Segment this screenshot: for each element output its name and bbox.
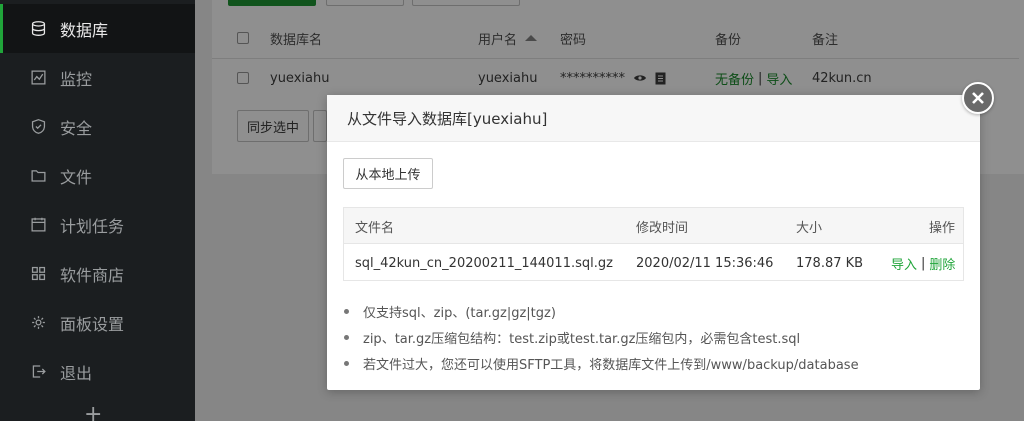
column-header-user[interactable]: 用户名 [478,18,538,58]
toolbar-button[interactable] [326,0,404,6]
password-mask: ********** [560,70,625,86]
column-header-actions: 操作 [929,220,956,236]
column-header-filename: 文件名 [355,220,395,236]
sidebar-item-label: 退出 [60,363,93,383]
sidebar-item-store[interactable]: 软件商店 [0,249,195,298]
sidebar-item-database[interactable]: 数据库 [0,4,195,53]
file-actions: 导入 | 删除 [891,245,955,281]
delete-file-link[interactable]: 删除 [929,254,955,273]
sidebar-item-label: 监控 [60,69,93,89]
column-header-name[interactable]: 数据库名 [270,18,322,58]
folder-icon [28,166,48,186]
toolbar-button[interactable] [412,0,520,6]
database-name: yuexiahu [270,70,330,86]
column-header-mtime: 修改时间 [636,220,689,236]
sidebar: 数据库 监控 安全 文件 计划任务 软件商店 面板设置 退出 + [0,0,195,421]
list-item: zip、tar.gz压缩包结构：test.zip或test.tar.gz压缩包内… [343,324,963,350]
toolbar-button[interactable] [313,110,327,142]
sidebar-item-logout[interactable]: 退出 [0,347,195,396]
sidebar-item-label: 软件商店 [60,265,125,285]
list-item: 仅支持sql、zip、(tar.gz|gz|tgz) [343,298,963,324]
sidebar-item-label: 文件 [60,167,93,187]
database-icon [28,19,48,39]
file-name: sql_42kun_cn_20200211_144011.sql.gz [355,255,613,271]
column-header-password: 密码 [560,32,587,48]
import-link[interactable]: 导入 [766,69,792,88]
row-checkbox[interactable] [237,72,249,84]
divider [212,58,1019,59]
sidebar-item-cron[interactable]: 计划任务 [0,200,195,249]
database-note[interactable]: 42kun.cn [812,60,872,96]
sidebar-item-files[interactable]: 文件 [0,151,195,200]
grid-icon [28,264,48,284]
column-header-size: 大小 [796,220,823,236]
add-icon[interactable]: + [84,404,102,421]
sidebar-item-monitor[interactable]: 监控 [0,53,195,102]
file-table: 文件名 修改时间 大小 操作 sql_42kun_cn_20200211_144… [343,207,964,281]
sidebar-item-label: 安全 [60,118,93,138]
sidebar-item-label: 面板设置 [60,314,125,334]
column-header-label: 用户名 [478,32,518,48]
sidebar-item-label: 数据库 [60,20,109,40]
upload-local-button[interactable]: 从本地上传 [343,158,433,189]
sidebar-item-label: 计划任务 [60,216,125,236]
calendar-icon [28,215,48,235]
file-size: 178.87 KB [796,255,864,271]
gear-icon [28,313,48,333]
logout-icon [28,362,48,382]
shield-icon [28,117,48,137]
database-password: ********** [560,60,666,96]
close-icon [972,92,984,104]
column-header-backup: 备份 [715,32,742,48]
separator: | [921,255,926,271]
file-mtime: 2020/02/11 15:36:46 [636,255,774,271]
backup-cell: 无备份 | 导入 [715,60,792,96]
copy-icon[interactable] [655,72,666,85]
import-modal: 从文件导入数据库[yuexiahu] 从本地上传 文件名 修改时间 大小 操作 … [327,95,980,390]
sidebar-item-security[interactable]: 安全 [0,102,195,151]
notes-list: 仅支持sql、zip、(tar.gz|gz|tgz) zip、tar.gz压缩包… [343,298,963,376]
database-user: yuexiahu [478,70,538,86]
select-all-checkbox[interactable] [237,32,249,44]
modal-title: 从文件导入数据库[yuexiahu] [327,95,980,142]
eye-icon[interactable] [633,73,647,83]
backup-status-link[interactable]: 无备份 [715,69,754,88]
import-file-link[interactable]: 导入 [891,254,917,273]
list-item: 若文件过大，您还可以使用SFTP工具，将数据库文件上传到/www/backup/… [343,350,963,376]
sort-up-icon [525,35,538,41]
separator: | [758,70,763,86]
sidebar-item-settings[interactable]: 面板设置 [0,298,195,347]
monitor-icon [28,68,48,88]
add-database-button[interactable] [228,0,316,6]
sync-selected-button[interactable]: 同步选中 [237,110,309,142]
column-header-note: 备注 [812,32,839,48]
close-button[interactable] [962,82,994,114]
